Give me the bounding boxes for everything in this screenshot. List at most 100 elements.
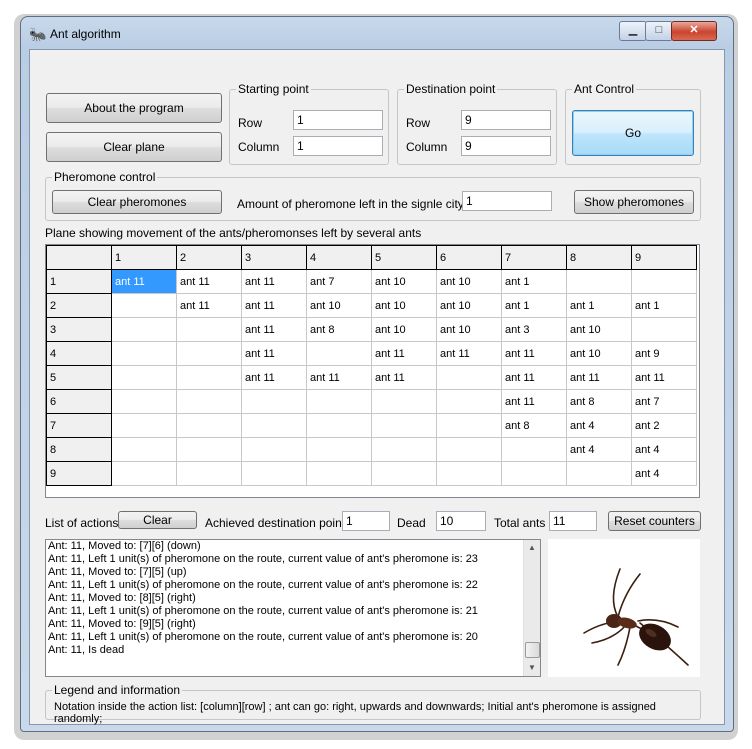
grid-cell[interactable]: ant 4 bbox=[631, 461, 697, 486]
row-header[interactable]: 3 bbox=[46, 317, 112, 342]
row-header[interactable]: 7 bbox=[46, 413, 112, 438]
start-row-input[interactable]: 1 bbox=[293, 110, 383, 130]
grid-cell[interactable]: ant 11 bbox=[436, 341, 502, 366]
grid-cell[interactable]: ant 8 bbox=[306, 317, 372, 342]
grid-cell[interactable]: ant 11 bbox=[371, 341, 437, 366]
grid-cell[interactable]: ant 9 bbox=[631, 341, 697, 366]
grid-cell[interactable] bbox=[111, 413, 177, 438]
grid-cell[interactable] bbox=[501, 461, 567, 486]
grid-cell[interactable]: ant 3 bbox=[501, 317, 567, 342]
column-header[interactable]: 1 bbox=[111, 245, 177, 270]
minimize-button[interactable]: ▁ bbox=[619, 21, 647, 41]
grid-cell[interactable]: ant 10 bbox=[436, 293, 502, 318]
grid-cell[interactable]: ant 10 bbox=[566, 317, 632, 342]
about-button[interactable]: About the program bbox=[46, 93, 222, 123]
row-header[interactable]: 1 bbox=[46, 269, 112, 294]
reset-counters-button[interactable]: Reset counters bbox=[608, 511, 701, 531]
grid-cell[interactable]: ant 4 bbox=[631, 437, 697, 462]
row-header[interactable]: 5 bbox=[46, 365, 112, 390]
column-header[interactable]: 8 bbox=[566, 245, 632, 270]
grid-cell[interactable] bbox=[566, 269, 632, 294]
grid-cell[interactable]: ant 7 bbox=[306, 269, 372, 294]
grid-cell[interactable] bbox=[371, 437, 437, 462]
grid-cell[interactable]: ant 11 bbox=[241, 293, 307, 318]
clear-actions-button[interactable]: Clear bbox=[118, 511, 197, 529]
clear-plane-button[interactable]: Clear plane bbox=[46, 132, 222, 162]
dest-column-input[interactable]: 9 bbox=[461, 136, 551, 156]
grid-cell[interactable]: ant 11 bbox=[241, 341, 307, 366]
column-header[interactable]: 4 bbox=[306, 245, 372, 270]
grid-cell[interactable] bbox=[176, 365, 242, 390]
grid-cell[interactable] bbox=[306, 389, 372, 414]
grid-cell[interactable] bbox=[436, 389, 502, 414]
grid-cell[interactable] bbox=[241, 437, 307, 462]
grid-cell[interactable] bbox=[436, 461, 502, 486]
grid-cell[interactable]: ant 10 bbox=[371, 293, 437, 318]
grid-cell[interactable]: ant 11 bbox=[176, 293, 242, 318]
grid-cell[interactable]: ant 7 bbox=[631, 389, 697, 414]
column-header[interactable]: 5 bbox=[371, 245, 437, 270]
grid-cell[interactable] bbox=[111, 461, 177, 486]
grid-cell[interactable]: ant 10 bbox=[436, 269, 502, 294]
grid-cell[interactable] bbox=[436, 413, 502, 438]
grid-cell[interactable] bbox=[631, 269, 697, 294]
grid-cell[interactable] bbox=[111, 437, 177, 462]
grid-cell[interactable] bbox=[241, 389, 307, 414]
go-button[interactable]: Go bbox=[572, 110, 694, 156]
grid-cell[interactable] bbox=[436, 437, 502, 462]
column-header[interactable]: 7 bbox=[501, 245, 567, 270]
grid-cell[interactable]: ant 11 bbox=[111, 269, 177, 294]
grid-cell[interactable]: ant 1 bbox=[566, 293, 632, 318]
grid-cell[interactable]: ant 11 bbox=[176, 269, 242, 294]
grid-cell[interactable]: ant 11 bbox=[241, 317, 307, 342]
column-header[interactable]: 3 bbox=[241, 245, 307, 270]
grid-cell[interactable]: ant 4 bbox=[566, 437, 632, 462]
achieved-input[interactable]: 1 bbox=[342, 511, 390, 531]
scroll-up-icon[interactable]: ▲ bbox=[524, 540, 540, 556]
grid-cell[interactable] bbox=[111, 317, 177, 342]
grid-cell[interactable] bbox=[176, 389, 242, 414]
grid-cell[interactable] bbox=[176, 341, 242, 366]
grid-cell[interactable] bbox=[176, 437, 242, 462]
row-header[interactable]: 2 bbox=[46, 293, 112, 318]
log-scrollbar[interactable]: ▲ ▼ bbox=[523, 540, 540, 676]
pheromone-amount-input[interactable]: 1 bbox=[462, 191, 552, 211]
grid-cell[interactable] bbox=[176, 461, 242, 486]
grid-cell[interactable] bbox=[371, 461, 437, 486]
grid-cell[interactable]: ant 1 bbox=[501, 269, 567, 294]
grid-cell[interactable] bbox=[631, 317, 697, 342]
title-bar[interactable]: 🐜 Ant algorithm ▁ □ ✕ bbox=[21, 17, 733, 49]
grid-cell[interactable]: ant 10 bbox=[306, 293, 372, 318]
grid-cell[interactable] bbox=[501, 437, 567, 462]
grid-cell[interactable]: ant 8 bbox=[501, 413, 567, 438]
grid-cell[interactable]: ant 1 bbox=[631, 293, 697, 318]
close-button[interactable]: ✕ bbox=[671, 21, 717, 41]
scroll-down-icon[interactable]: ▼ bbox=[524, 660, 540, 676]
grid-cell[interactable]: ant 10 bbox=[371, 269, 437, 294]
maximize-button[interactable]: □ bbox=[645, 21, 673, 41]
row-header[interactable]: 8 bbox=[46, 437, 112, 462]
grid-cell[interactable] bbox=[111, 341, 177, 366]
grid-cell[interactable]: ant 11 bbox=[306, 365, 372, 390]
grid-cell[interactable] bbox=[111, 389, 177, 414]
grid-cell[interactable] bbox=[306, 437, 372, 462]
grid-cell[interactable] bbox=[371, 413, 437, 438]
grid-cell[interactable]: ant 1 bbox=[501, 293, 567, 318]
grid-cell[interactable]: ant 10 bbox=[566, 341, 632, 366]
row-header[interactable]: 9 bbox=[46, 461, 112, 486]
grid-cell[interactable]: ant 11 bbox=[241, 365, 307, 390]
grid-cell[interactable]: ant 10 bbox=[436, 317, 502, 342]
grid-cell[interactable] bbox=[241, 413, 307, 438]
start-column-input[interactable]: 1 bbox=[293, 136, 383, 156]
grid-cell[interactable] bbox=[566, 461, 632, 486]
grid-cell[interactable]: ant 8 bbox=[566, 389, 632, 414]
grid-cell[interactable]: ant 11 bbox=[241, 269, 307, 294]
row-header[interactable]: 6 bbox=[46, 389, 112, 414]
plane-grid[interactable]: 1 2 3 4 5 6 7 8 9 1 ant 11 ant 11 ant 11 ant 7 ant 10 a… bbox=[45, 244, 700, 498]
grid-cell[interactable] bbox=[306, 341, 372, 366]
dest-row-input[interactable]: 9 bbox=[461, 110, 551, 130]
grid-cell[interactable] bbox=[241, 461, 307, 486]
grid-cell[interactable]: ant 11 bbox=[631, 365, 697, 390]
grid-cell[interactable] bbox=[306, 413, 372, 438]
scroll-thumb[interactable] bbox=[525, 642, 540, 658]
